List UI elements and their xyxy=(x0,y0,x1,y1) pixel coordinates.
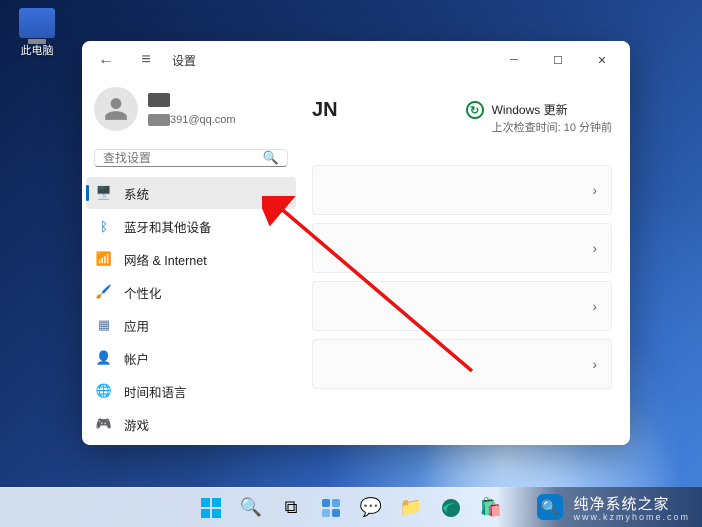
desktop-icon-this-pc[interactable]: 此电脑 xyxy=(12,8,62,58)
search-icon: 🔍 xyxy=(263,150,279,166)
sidebar-item-label: 网络 & Internet xyxy=(124,250,207,269)
settings-card[interactable]: › xyxy=(312,223,612,273)
user-block[interactable]: xxxx391@qq.com xyxy=(86,83,296,143)
sidebar-item-label: 游戏 xyxy=(124,415,149,434)
sidebar: xxxx391@qq.com 🔍 🖥️ 系统 ᛒ 蓝牙和其他设备 📶 网络 & Inter… xyxy=(82,79,300,445)
sidebar-item-bluetooth[interactable]: ᛒ 蓝牙和其他设备 xyxy=(86,210,296,242)
window-title: 设置 xyxy=(172,52,196,69)
network-icon: 📶 xyxy=(96,251,112,267)
sidebar-item-label: 应用 xyxy=(124,316,149,335)
settings-card[interactable]: › xyxy=(312,165,612,215)
sidebar-item-accessibility[interactable]: ༄辅助功能 xyxy=(86,441,296,445)
accounts-icon: 👤 xyxy=(96,350,112,366)
taskbar-taskview[interactable]: ⧉ xyxy=(273,490,309,526)
taskbar-start[interactable] xyxy=(193,490,229,526)
watermark-logo-icon: 🔍 xyxy=(537,494,563,520)
chevron-right-icon: › xyxy=(592,298,597,314)
search-input[interactable] xyxy=(103,151,263,165)
settings-window: ← ≡ 设置 ─ ☐ ✕ xxxx391@qq.com 🔍 xyxy=(82,41,630,445)
watermark: 🔍 纯净系统之家 www.kzmyhome.com xyxy=(497,487,702,527)
settings-card[interactable]: › xyxy=(312,281,612,331)
user-email: xxxx391@qq.com xyxy=(148,114,236,126)
update-status-icon: ↻ xyxy=(466,101,484,119)
watermark-url: www.kzmyhome.com xyxy=(573,512,690,522)
sidebar-item-label: 时间和语言 xyxy=(124,382,187,401)
update-subtitle: 上次检查时间: 10 分钟前 xyxy=(492,119,612,135)
apps-icon: ▦ xyxy=(96,317,112,333)
taskbar-search[interactable]: 🔍 xyxy=(233,490,269,526)
minimize-button[interactable]: ─ xyxy=(492,45,536,75)
windows-update-block[interactable]: ↻ Windows 更新 上次检查时间: 10 分钟前 xyxy=(466,101,612,135)
bluetooth-icon: ᛒ xyxy=(96,218,112,234)
watermark-brand: 纯净系统之家 xyxy=(573,496,669,513)
sidebar-item-time[interactable]: 🌐 时间和语言 xyxy=(86,375,296,407)
gaming-icon: 🎮 xyxy=(96,416,112,432)
hamburger-button[interactable]: ≡ xyxy=(132,46,160,74)
taskbar-chat[interactable]: 💬 xyxy=(353,490,389,526)
sidebar-item-gaming[interactable]: 🎮 游戏 xyxy=(86,408,296,440)
time-icon: 🌐 xyxy=(96,383,112,399)
sidebar-item-network[interactable]: 📶 网络 & Internet xyxy=(86,243,296,275)
settings-cards-list: › › › › xyxy=(312,165,612,389)
device-name: JN xyxy=(312,99,338,122)
titlebar: ← ≡ 设置 ─ ☐ ✕ xyxy=(82,41,630,79)
sidebar-item-label: 帐户 xyxy=(124,349,149,368)
chevron-right-icon: › xyxy=(592,182,597,198)
sidebar-item-accounts[interactable]: 👤 帐户 xyxy=(86,342,296,374)
sidebar-item-label: 系统 xyxy=(124,184,149,203)
maximize-button[interactable]: ☐ xyxy=(536,45,580,75)
search-box[interactable]: 🔍 xyxy=(94,149,288,167)
desktop-icon-label: 此电脑 xyxy=(21,45,54,57)
personalization-icon: 🖌️ xyxy=(96,284,112,300)
back-button[interactable]: ← xyxy=(92,46,120,74)
sidebar-item-apps[interactable]: ▦ 应用 xyxy=(86,309,296,341)
taskbar-explorer[interactable]: 📁 xyxy=(393,490,429,526)
chevron-right-icon: › xyxy=(592,356,597,372)
sidebar-item-personalization[interactable]: 🖌️ 个性化 xyxy=(86,276,296,308)
system-icon: 🖥️ xyxy=(96,185,112,201)
content-pane: JN ↻ Windows 更新 上次检查时间: 10 分钟前 › › › › xyxy=(300,79,630,445)
settings-card[interactable]: › xyxy=(312,339,612,389)
close-button[interactable]: ✕ xyxy=(580,45,624,75)
avatar xyxy=(94,87,138,131)
update-title: Windows 更新 xyxy=(492,101,612,118)
user-name-masked xyxy=(148,93,170,107)
taskbar-edge[interactable] xyxy=(433,490,469,526)
this-pc-icon xyxy=(19,8,55,38)
taskbar-widgets[interactable] xyxy=(313,490,349,526)
sidebar-item-label: 个性化 xyxy=(124,283,162,302)
sidebar-item-label: 蓝牙和其他设备 xyxy=(124,217,212,236)
sidebar-nav: 🖥️ 系统 ᛒ 蓝牙和其他设备 📶 网络 & Internet 🖌️ 个性化 ▦ 应用 👤 帐户 🌐 时间… xyxy=(86,177,296,445)
chevron-right-icon: › xyxy=(592,240,597,256)
sidebar-item-system[interactable]: 🖥️ 系统 xyxy=(86,177,296,209)
